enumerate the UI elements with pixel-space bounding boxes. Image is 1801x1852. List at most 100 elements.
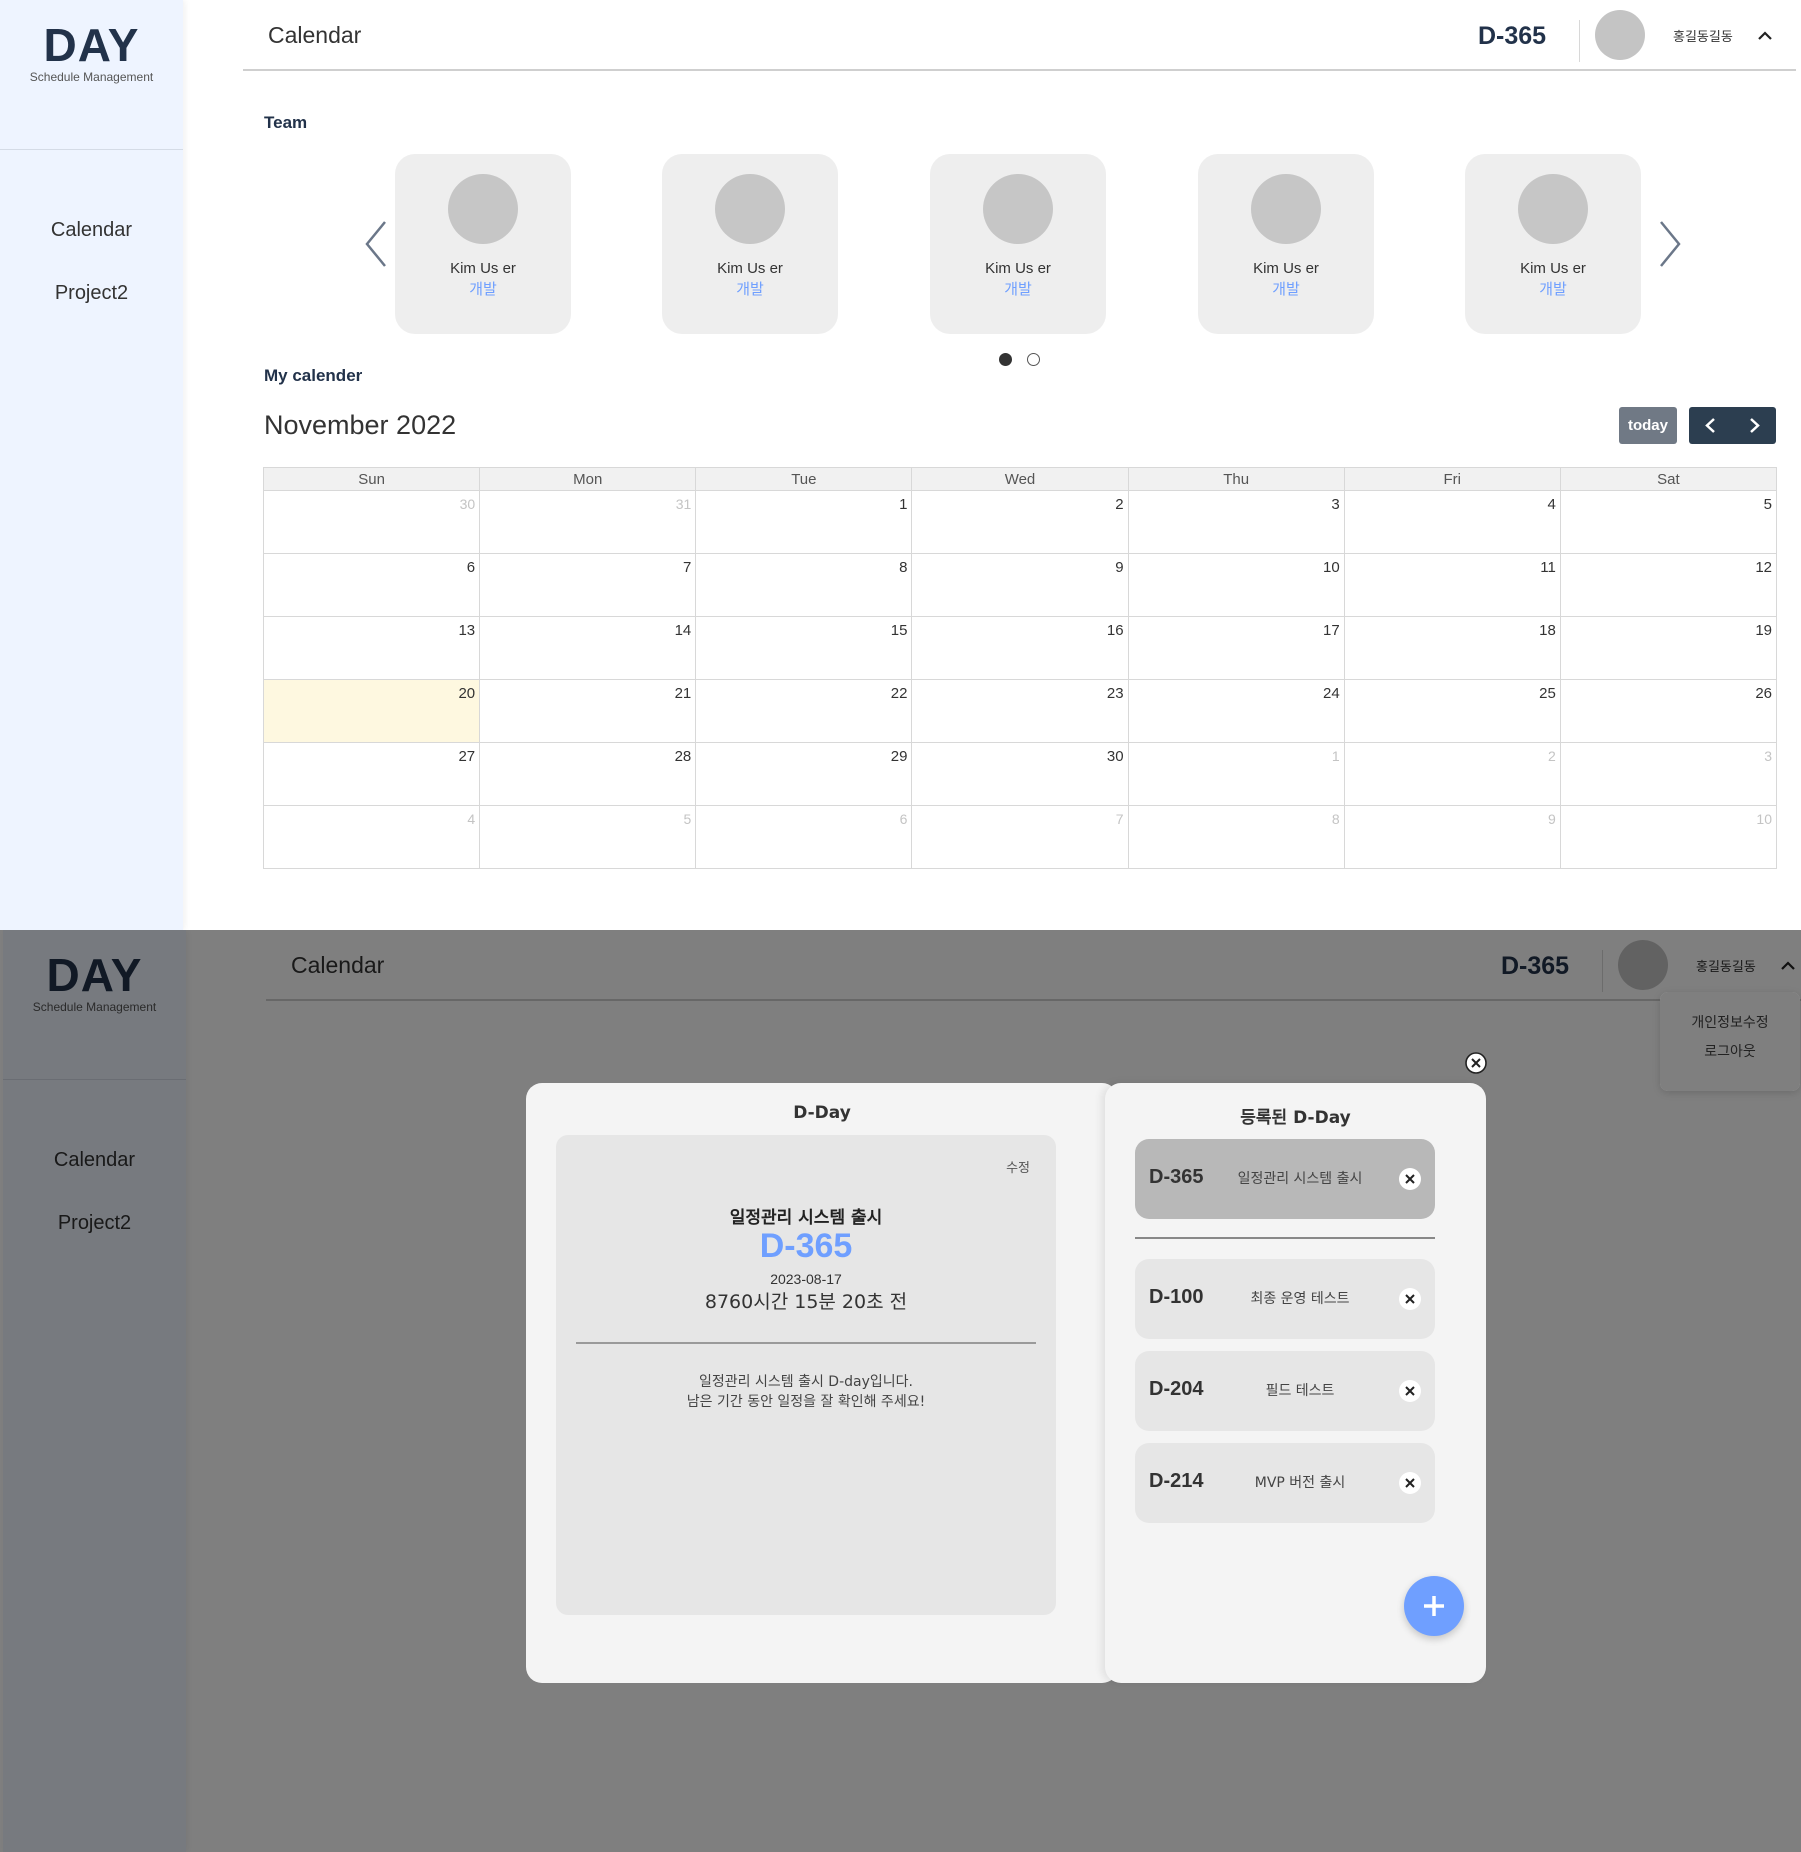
dday-list-heading: 등록된 D-Day — [1240, 1108, 1351, 1128]
user-name[interactable]: 홍길동길동 — [1673, 26, 1733, 45]
calendar-day-cell[interactable]: 1 — [1127, 742, 1345, 806]
calendar-day-cell-today[interactable]: 20 — [262, 679, 481, 743]
dday-detail-card: 수정 일정관리 시스템 출시 D-365 2023-08-17 8760시간 1… — [556, 1135, 1056, 1615]
calendar-day-cell[interactable]: 7 — [911, 805, 1129, 869]
calendar-day-cell[interactable]: 9 — [1343, 805, 1561, 869]
weekday-header: Fri — [1343, 467, 1561, 491]
delete-icon[interactable] — [1399, 1168, 1421, 1190]
calendar-day-cell[interactable]: 22 — [695, 679, 913, 743]
modal-close-icon[interactable] — [1465, 1052, 1487, 1074]
chevron-left-icon[interactable] — [355, 214, 395, 274]
calendar-day-cell[interactable]: 1 — [695, 490, 913, 554]
calendar-day-cell[interactable]: 5 — [479, 805, 697, 869]
menu-item-logout[interactable]: 로그아웃 — [1660, 1038, 1800, 1067]
calendar-day-cell[interactable]: 31 — [479, 490, 697, 554]
calendar-day-cell[interactable]: 15 — [695, 616, 913, 680]
calendar-day-cell[interactable]: 6 — [262, 553, 481, 617]
calendar-day-cell[interactable]: 4 — [1343, 490, 1561, 554]
dday-item-code: D-214 — [1149, 1470, 1204, 1492]
add-dday-button[interactable] — [1404, 1576, 1464, 1636]
detail-divider — [576, 1342, 1036, 1344]
dday-detail-date: 2023-08-17 — [770, 1271, 842, 1287]
calendar-day-cell[interactable]: 26 — [1559, 679, 1778, 743]
calendar-day-cell[interactable]: 28 — [479, 742, 697, 806]
calendar-day-cell[interactable]: 30 — [911, 742, 1129, 806]
team-member-card[interactable]: Kim Us er 개발 — [395, 154, 571, 334]
calendar-page-screen: DAY Schedule Management Calendar Project… — [0, 0, 1801, 930]
carousel-dot-2[interactable] — [1027, 353, 1040, 366]
edit-button[interactable]: 수정 — [1006, 1157, 1030, 1176]
calendar-day-cell[interactable]: 8 — [695, 553, 913, 617]
calendar-day-cell[interactable]: 17 — [1127, 616, 1345, 680]
calendar-day-cell[interactable]: 2 — [911, 490, 1129, 554]
delete-icon[interactable] — [1399, 1380, 1421, 1402]
calendar-day-cell[interactable]: 9 — [911, 553, 1129, 617]
avatar[interactable] — [1595, 10, 1645, 60]
team-member-card[interactable]: Kim Us er 개발 — [662, 154, 838, 334]
calendar-day-cell[interactable]: 25 — [1343, 679, 1561, 743]
logo[interactable]: DAY Schedule Management — [0, 22, 183, 84]
carousel-dot-1[interactable] — [999, 353, 1012, 366]
calendar-day-cell[interactable]: 2 — [1343, 742, 1561, 806]
calendar-month-title: November 2022 — [264, 410, 457, 440]
calendar-week-row: 13 14 15 16 17 18 19 — [262, 616, 1778, 680]
dday-list-item[interactable]: D-214 MVP 버전 출시 — [1135, 1443, 1435, 1523]
calendar-day-cell[interactable]: 11 — [1343, 553, 1561, 617]
list-divider — [1135, 1237, 1435, 1239]
delete-icon[interactable] — [1399, 1472, 1421, 1494]
dday-item-code: D-204 — [1149, 1378, 1204, 1400]
dday-detail-count: D-365 — [759, 1227, 853, 1265]
calendar-day-cell[interactable]: 16 — [911, 616, 1129, 680]
calendar-day-cell[interactable]: 18 — [1343, 616, 1561, 680]
chevron-right-icon[interactable] — [1651, 214, 1691, 274]
calendar-day-cell[interactable]: 7 — [479, 553, 697, 617]
team-member-name: Kim Us er — [450, 260, 516, 277]
calendar-day-cell[interactable]: 24 — [1127, 679, 1345, 743]
header: Calendar D-365 홍길동길동 — [243, 0, 1796, 71]
calendar-day-cell[interactable]: 10 — [1127, 553, 1345, 617]
team-member-card[interactable]: Kim Us er 개발 — [930, 154, 1106, 334]
today-button[interactable]: today — [1619, 407, 1677, 444]
dday-item-name: 일정관리 시스템 출시 — [1237, 1171, 1363, 1187]
sidebar-item-project2[interactable]: Project2 — [0, 273, 183, 336]
dday-list-item[interactable]: D-204 필드 테스트 — [1135, 1351, 1435, 1431]
calendar-day-cell[interactable]: 4 — [262, 805, 481, 869]
calendar-day-cell[interactable]: 8 — [1127, 805, 1345, 869]
header-dday[interactable]: D-365 — [1478, 22, 1546, 51]
sidebar: DAY Schedule Management Calendar Project… — [0, 0, 183, 930]
calendar-weekday-header: Sun Mon Tue Wed Thu Fri Sat — [262, 467, 1778, 491]
calendar-day-cell[interactable]: 23 — [911, 679, 1129, 743]
dday-detail-panel: D-Day 수정 일정관리 시스템 출시 D-365 2023-08-17 87… — [526, 1083, 1118, 1683]
calendar-day-cell[interactable]: 29 — [695, 742, 913, 806]
prev-month-button[interactable] — [1689, 407, 1732, 444]
team-member-card[interactable]: Kim Us er 개발 — [1198, 154, 1374, 334]
dday-modal-screen: DAY Schedule Management Calendar Project… — [0, 930, 1801, 1852]
calendar-day-cell[interactable]: 5 — [1559, 490, 1778, 554]
calendar-day-cell[interactable]: 10 — [1559, 805, 1778, 869]
dday-list-panel: 등록된 D-Day D-365 일정관리 시스템 출시 D-100 최종 운영 … — [1105, 1083, 1486, 1683]
calendar-day-cell[interactable]: 27 — [262, 742, 481, 806]
calendar-day-cell[interactable]: 12 — [1559, 553, 1778, 617]
team-member-card[interactable]: Kim Us er 개발 — [1465, 154, 1641, 334]
calendar-day-cell[interactable]: 13 — [262, 616, 481, 680]
calendar-day-cell[interactable]: 19 — [1559, 616, 1778, 680]
calendar-day-cell[interactable]: 3 — [1559, 742, 1778, 806]
calendar-day-cell[interactable]: 14 — [479, 616, 697, 680]
user-dropdown-menu: 개인정보수정 로그아웃 — [1660, 992, 1800, 1091]
next-month-button[interactable] — [1733, 407, 1776, 444]
team-member-role: 개발 — [1272, 280, 1300, 298]
dday-item-code: D-100 — [1149, 1286, 1204, 1308]
dday-list-item[interactable]: D-100 최종 운영 테스트 — [1135, 1259, 1435, 1339]
sidebar-nav: Calendar Project2 — [0, 210, 183, 336]
menu-item-edit-profile[interactable]: 개인정보수정 — [1660, 1009, 1800, 1038]
team-member-name: Kim Us er — [717, 260, 783, 277]
calendar-day-cell[interactable]: 30 — [262, 490, 481, 554]
dday-list-item[interactable]: D-365 일정관리 시스템 출시 — [1135, 1139, 1435, 1219]
chevron-up-icon[interactable] — [1755, 26, 1775, 46]
calendar-day-cell[interactable]: 3 — [1127, 490, 1345, 554]
calendar-day-cell[interactable]: 6 — [695, 805, 913, 869]
delete-icon[interactable] — [1399, 1288, 1421, 1310]
weekday-header: Mon — [479, 467, 697, 491]
calendar-day-cell[interactable]: 21 — [479, 679, 697, 743]
sidebar-item-calendar[interactable]: Calendar — [0, 210, 183, 273]
